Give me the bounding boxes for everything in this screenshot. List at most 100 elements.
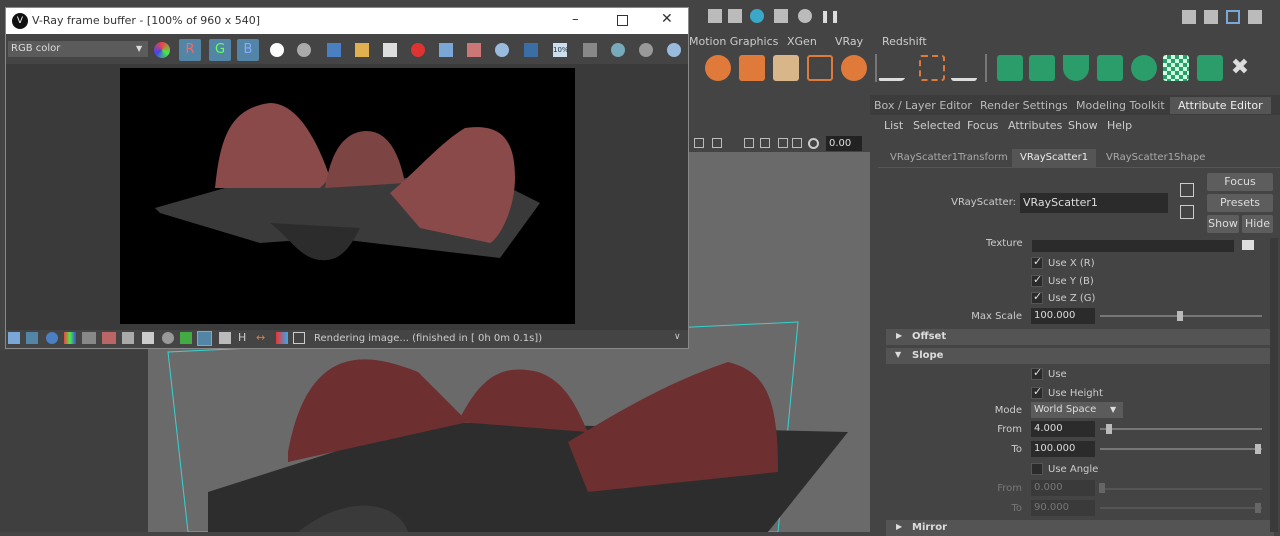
offset-expand-icon[interactable]: ▶ bbox=[896, 331, 902, 340]
shelf-tab-redshift[interactable]: Redshift bbox=[882, 34, 927, 50]
from-slider[interactable] bbox=[1100, 428, 1262, 430]
shelf-pen-icon[interactable] bbox=[877, 55, 919, 81]
max-scale-knob[interactable] bbox=[1177, 311, 1183, 321]
menu-focus[interactable]: Focus bbox=[967, 119, 998, 133]
channel-box-icon[interactable] bbox=[1248, 10, 1262, 24]
render-area[interactable] bbox=[6, 64, 688, 330]
render-image[interactable] bbox=[120, 68, 575, 324]
to-knob[interactable] bbox=[1255, 444, 1261, 454]
node-tab-vrayscatter[interactable]: VRayScatter1 bbox=[1012, 149, 1097, 167]
slope-section[interactable]: Slope bbox=[886, 348, 1274, 364]
snapshot-icon[interactable] bbox=[750, 9, 764, 23]
shelf-bbox-icon[interactable] bbox=[919, 55, 945, 81]
close-icon[interactable]: ✕ bbox=[661, 11, 673, 27]
cube-icon[interactable] bbox=[1182, 10, 1196, 24]
zoom-10-icon[interactable]: 10% bbox=[553, 43, 569, 57]
menu-show[interactable]: Show bbox=[1068, 119, 1098, 133]
shelf-checker-icon[interactable] bbox=[1163, 55, 1189, 81]
use-z-checkbox[interactable] bbox=[1031, 290, 1043, 304]
shelf-frame-icon[interactable] bbox=[807, 55, 833, 81]
use-y-checkbox[interactable] bbox=[1031, 273, 1043, 287]
histogram-icon[interactable] bbox=[122, 332, 134, 344]
mode-dropdown-arrow-icon[interactable]: ▼ bbox=[1110, 405, 1116, 414]
viewport-layout-1-icon[interactable] bbox=[744, 138, 754, 148]
render-frame-icon[interactable] bbox=[708, 9, 722, 23]
shelf-tab-xgen[interactable]: XGen bbox=[787, 34, 817, 50]
bars-icon[interactable] bbox=[276, 332, 288, 344]
clipboard-icon[interactable] bbox=[383, 43, 397, 57]
open-folder-icon[interactable] bbox=[355, 43, 369, 57]
tab-attribute-editor[interactable]: Attribute Editor bbox=[1170, 97, 1271, 114]
levels-icon[interactable] bbox=[102, 332, 116, 344]
channel-select[interactable]: RGB color bbox=[8, 41, 148, 57]
arrows-icon[interactable]: ↔ bbox=[256, 332, 268, 344]
blue-channel-button[interactable]: B bbox=[237, 39, 259, 61]
curve-icon[interactable] bbox=[142, 332, 154, 344]
render-teapot-icon[interactable] bbox=[611, 43, 625, 57]
from-knob[interactable] bbox=[1106, 424, 1112, 434]
shelf-orange-3-icon[interactable] bbox=[773, 55, 799, 81]
viewport-value-field[interactable]: 0.00 bbox=[826, 136, 862, 151]
viewport-layout-4-icon[interactable] bbox=[792, 138, 802, 148]
shelf-edit-icon[interactable] bbox=[951, 55, 977, 81]
settings-icon[interactable] bbox=[293, 332, 305, 344]
render-settings-icon[interactable] bbox=[774, 9, 788, 23]
h-icon[interactable]: H bbox=[238, 332, 250, 344]
gray-dot-icon[interactable] bbox=[297, 43, 311, 57]
ipr-render-icon[interactable] bbox=[728, 9, 742, 23]
maximize-icon[interactable] bbox=[617, 15, 628, 26]
render-icon[interactable] bbox=[798, 9, 812, 23]
curve-active-icon[interactable] bbox=[197, 331, 212, 346]
from-field[interactable]: 4.000 bbox=[1031, 421, 1095, 437]
offset-section[interactable]: Offset bbox=[886, 329, 1274, 345]
go-output-icon[interactable] bbox=[1180, 205, 1194, 219]
slope-collapse-icon[interactable]: ▼ bbox=[895, 350, 901, 359]
tab-layer-editor[interactable]: Box / Layer Editor bbox=[874, 97, 972, 114]
to-slider[interactable] bbox=[1100, 448, 1262, 450]
history-icon[interactable] bbox=[26, 332, 38, 344]
mirror-expand-icon[interactable]: ▶ bbox=[896, 522, 902, 531]
white-dot-icon[interactable] bbox=[270, 43, 284, 57]
compare-icon[interactable] bbox=[439, 43, 453, 57]
focus-button[interactable]: Focus bbox=[1207, 173, 1273, 191]
menu-list[interactable]: List bbox=[884, 119, 903, 133]
layout-icon[interactable] bbox=[1226, 10, 1240, 24]
teapot-2-icon[interactable] bbox=[667, 43, 681, 57]
shelf-orange-1-icon[interactable] bbox=[705, 55, 731, 81]
exposure-icon[interactable] bbox=[162, 332, 174, 344]
shelf-green-7-icon[interactable] bbox=[1197, 55, 1223, 81]
show-button[interactable]: Show bbox=[1207, 215, 1239, 233]
node-tab-transform[interactable]: VRayScatter1Transform bbox=[890, 152, 1008, 163]
red-channel-button[interactable]: R bbox=[179, 39, 201, 61]
shelf-green-2-icon[interactable] bbox=[1029, 55, 1055, 81]
minimize-icon[interactable]: – bbox=[572, 12, 579, 27]
max-scale-field[interactable]: 100.000 bbox=[1031, 308, 1095, 324]
select-node-icon[interactable] bbox=[1180, 183, 1194, 197]
info-icon[interactable] bbox=[46, 332, 58, 344]
viewport-refresh-icon[interactable] bbox=[808, 138, 819, 149]
presets-button[interactable]: Presets bbox=[1207, 194, 1273, 212]
rgb-circles-icon[interactable] bbox=[154, 42, 170, 58]
vfb-titlebar[interactable]: V V-Ray frame buffer - [100% of 960 x 54… bbox=[6, 8, 688, 34]
save-icon[interactable] bbox=[327, 43, 341, 57]
texture-field[interactable] bbox=[1032, 240, 1234, 252]
viewport-layout-3-icon[interactable] bbox=[778, 138, 788, 148]
ae-scrollbar[interactable] bbox=[1270, 238, 1278, 532]
layers-icon[interactable] bbox=[583, 43, 597, 57]
shelf-orange-2-icon[interactable] bbox=[739, 55, 765, 81]
texture-map-icon[interactable] bbox=[1242, 240, 1254, 250]
viewport-layout-2-icon[interactable] bbox=[760, 138, 770, 148]
display-icon[interactable] bbox=[8, 332, 20, 344]
bg-image-icon[interactable] bbox=[180, 332, 192, 344]
shelf-green-5-icon[interactable] bbox=[1131, 55, 1157, 81]
channel-dropdown-arrow-icon[interactable]: ▼ bbox=[136, 44, 142, 53]
shelf-orange-5-icon[interactable] bbox=[841, 55, 867, 81]
shelf-green-3-icon[interactable] bbox=[1063, 55, 1089, 81]
hsl-icon[interactable] bbox=[82, 332, 96, 344]
stop-icon[interactable] bbox=[639, 43, 653, 57]
color-corr-icon[interactable] bbox=[64, 332, 76, 344]
tab-modeling-toolkit[interactable]: Modeling Toolkit bbox=[1076, 97, 1165, 114]
green-channel-button[interactable]: G bbox=[209, 39, 231, 61]
mirror-section[interactable]: Mirror bbox=[886, 520, 1274, 536]
use-x-checkbox[interactable] bbox=[1031, 255, 1043, 269]
